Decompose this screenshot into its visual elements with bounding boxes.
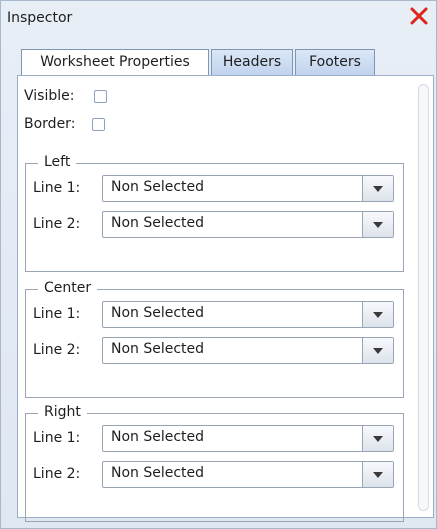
chevron-down-icon xyxy=(373,221,383,228)
center-line-2-dropdown[interactable]: Non Selected xyxy=(102,337,394,364)
border-checkbox[interactable] xyxy=(92,118,105,131)
inspector-window: Inspector Worksheet Properties Headers F… xyxy=(0,0,437,529)
chevron-down-icon xyxy=(373,311,383,318)
line-2-label: Line 2: xyxy=(33,216,81,232)
right-line-1-dropdown[interactable]: Non Selected xyxy=(102,425,394,452)
tab-footers[interactable]: Footers xyxy=(295,49,375,75)
dropdown-button[interactable] xyxy=(362,338,393,363)
group-title-left: Left xyxy=(38,154,77,170)
line-2-label: Line 2: xyxy=(33,342,81,358)
dropdown-value: Non Selected xyxy=(111,429,205,445)
group-right: Right Line 1: Non Selected Line 2: Non S… xyxy=(25,404,404,522)
group-left: Left Line 1: Non Selected Line 2: Non Se… xyxy=(25,154,404,272)
dropdown-button[interactable] xyxy=(362,176,393,201)
group-title-right: Right xyxy=(38,404,87,420)
dropdown-value: Non Selected xyxy=(111,179,205,195)
chevron-down-icon xyxy=(373,471,383,478)
line-1-label: Line 1: xyxy=(33,180,81,196)
tab-headers[interactable]: Headers xyxy=(211,49,293,75)
chevron-down-icon xyxy=(373,185,383,192)
close-button[interactable] xyxy=(406,3,432,29)
dropdown-button[interactable] xyxy=(362,302,393,327)
group-title-center: Center xyxy=(38,280,98,296)
dropdown-button[interactable] xyxy=(362,426,393,451)
dropdown-value: Non Selected xyxy=(111,215,205,231)
dropdown-button[interactable] xyxy=(362,462,393,487)
left-line-2-dropdown[interactable]: Non Selected xyxy=(102,211,394,238)
chevron-down-icon xyxy=(373,347,383,354)
visible-checkbox[interactable] xyxy=(94,90,107,103)
line-1-label: Line 1: xyxy=(33,430,81,446)
close-icon xyxy=(410,7,428,25)
dropdown-value: Non Selected xyxy=(111,465,205,481)
dropdown-value: Non Selected xyxy=(111,305,205,321)
visible-label: Visible: xyxy=(24,88,75,104)
line-1-label: Line 1: xyxy=(33,306,81,322)
window-title: Inspector xyxy=(7,10,73,26)
tab-worksheet-properties[interactable]: Worksheet Properties xyxy=(21,49,209,76)
vertical-scrollbar[interactable] xyxy=(418,84,429,511)
chevron-down-icon xyxy=(373,435,383,442)
group-center: Center Line 1: Non Selected Line 2: Non … xyxy=(25,280,404,398)
center-line-1-dropdown[interactable]: Non Selected xyxy=(102,301,394,328)
right-line-2-dropdown[interactable]: Non Selected xyxy=(102,461,394,488)
dropdown-button[interactable] xyxy=(362,212,393,237)
border-label: Border: xyxy=(24,116,76,132)
dropdown-value: Non Selected xyxy=(111,341,205,357)
properties-panel: Visible: Border: Left Line 1: Non Select… xyxy=(17,75,434,522)
line-2-label: Line 2: xyxy=(33,466,81,482)
left-line-1-dropdown[interactable]: Non Selected xyxy=(102,175,394,202)
